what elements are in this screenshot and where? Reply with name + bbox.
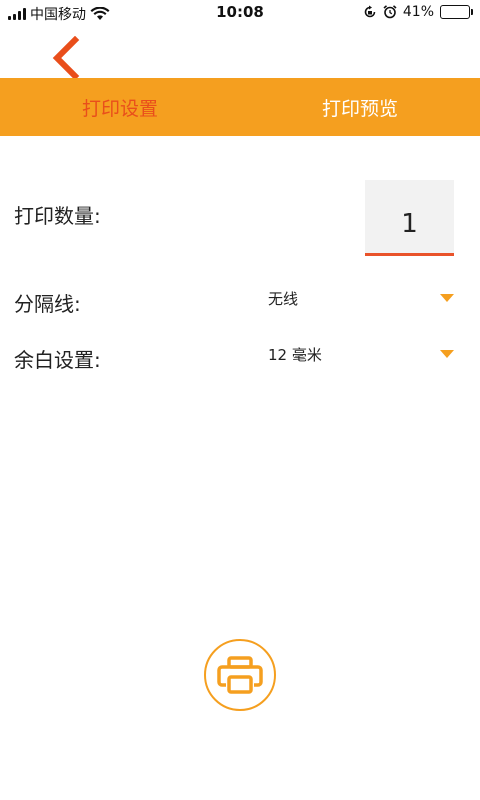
- quantity-label: 打印数量:: [14, 204, 101, 228]
- margin-label: 余白设置:: [14, 348, 101, 372]
- battery-percent: 41%: [402, 4, 434, 20]
- quantity-input[interactable]: 1: [365, 180, 454, 256]
- status-right: 41%: [363, 4, 473, 20]
- margin-select[interactable]: 12 毫米: [268, 344, 322, 365]
- tab-print-settings[interactable]: 打印设置: [0, 78, 240, 136]
- battery-icon: [440, 5, 473, 19]
- print-button[interactable]: [204, 639, 276, 711]
- tab-bar: 打印设置 打印预览: [0, 78, 480, 136]
- alarm-icon: [383, 5, 397, 19]
- chevron-left-icon: [52, 35, 80, 81]
- rotation-lock-icon: [364, 5, 376, 18]
- divider-select[interactable]: 无线: [268, 288, 298, 309]
- printer-icon: [217, 656, 263, 694]
- divider-dropdown-icon[interactable]: [440, 294, 454, 302]
- status-bar: 中国移动 10:08 41%: [0, 0, 480, 26]
- margin-dropdown-icon[interactable]: [440, 350, 454, 358]
- back-button[interactable]: [44, 35, 88, 81]
- tab-print-preview[interactable]: 打印预览: [240, 78, 480, 136]
- divider-label: 分隔线:: [14, 292, 81, 316]
